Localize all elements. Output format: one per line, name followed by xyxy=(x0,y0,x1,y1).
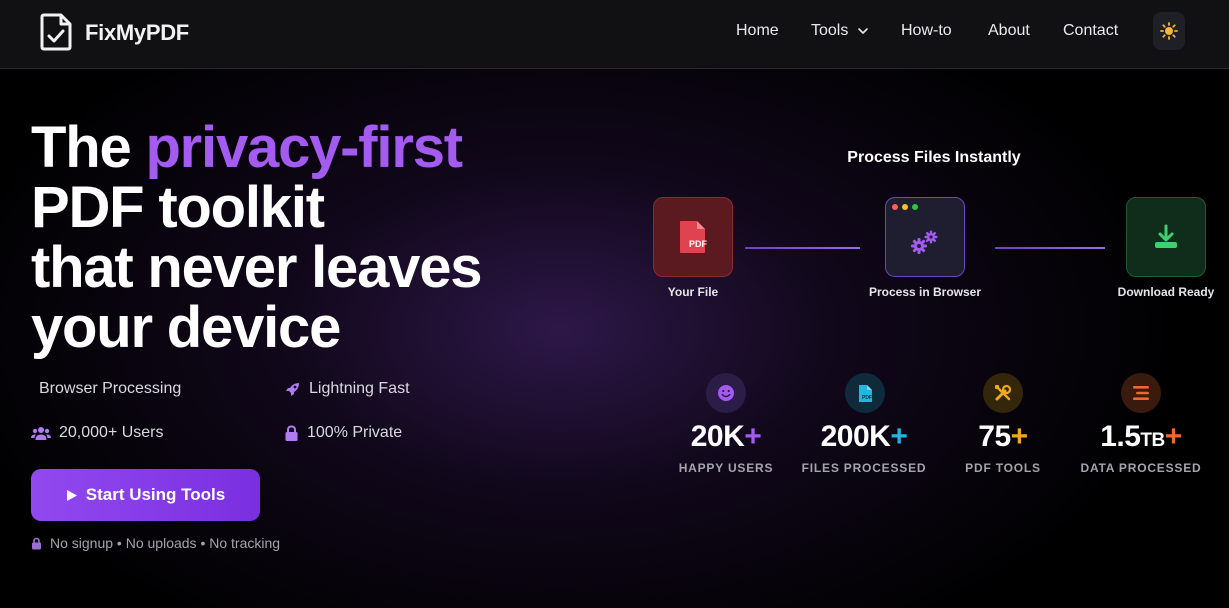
users-icon xyxy=(31,427,51,440)
feature-private: 100% Private xyxy=(284,424,402,442)
hero-headline-line-3: that never leaves xyxy=(31,235,483,300)
hero-headline-line-1: The privacy-first xyxy=(31,115,463,180)
feature-label: Browser Processing xyxy=(39,380,182,397)
stat-icon-data-processed xyxy=(1121,373,1161,413)
stat-value-data-processed: 1.5TB+ xyxy=(1071,420,1211,454)
nav-about[interactable]: About xyxy=(988,22,1030,40)
stat-label-data-processed: DATA PROCESSED xyxy=(1080,461,1202,475)
step-label-process-in-browser: Process in Browser xyxy=(868,285,982,299)
stat-number: 75 xyxy=(978,420,1011,453)
gears-icon xyxy=(911,230,938,254)
stat-plus: + xyxy=(744,420,762,453)
process-title: Process Files Instantly xyxy=(847,149,1021,166)
start-using-tools-button[interactable]: Start Using Tools xyxy=(31,469,260,521)
window-dots xyxy=(892,204,922,210)
feature-users: 20,000+ Users xyxy=(31,424,164,442)
hero-headline-line-2: PDF toolkit xyxy=(31,175,325,240)
privacy-note: No signup • No uploads • No tracking xyxy=(31,535,280,551)
feature-label: Lightning Fast xyxy=(309,380,410,397)
feature-label: 20,000+ Users xyxy=(59,424,164,441)
stat-value-pdf-tools: 75+ xyxy=(943,420,1063,454)
document-check-icon[interactable] xyxy=(40,13,74,51)
stat-label-pdf-tools: PDF TOOLS xyxy=(965,461,1041,475)
brand-name[interactable]: FixMyPDF xyxy=(85,20,189,46)
step-label-download-ready: Download Ready xyxy=(1117,285,1215,299)
svg-text:PDF: PDF xyxy=(862,395,872,401)
process-connector-2 xyxy=(995,247,1105,249)
stat-plus: + xyxy=(1164,420,1183,453)
feature-lightning-fast: Lightning Fast xyxy=(284,380,410,398)
step-download-ready xyxy=(1126,197,1206,277)
nav-home[interactable]: Home xyxy=(736,22,779,40)
nav-tools-label: Tools xyxy=(811,22,849,39)
nav-contact[interactable]: Contact xyxy=(1063,22,1118,40)
feature-browser-processing: Browser Processing xyxy=(39,380,181,398)
stat-unit: TB xyxy=(1140,430,1165,451)
cta-label: Start Using Tools xyxy=(85,485,226,504)
stat-number: 200K xyxy=(820,420,891,453)
window-dot-red xyxy=(892,204,898,210)
rocket-icon xyxy=(286,382,299,396)
stack-icon xyxy=(1133,386,1149,400)
privacy-note-text: No signup • No uploads • No tracking xyxy=(50,535,281,551)
stat-number: 20K xyxy=(690,420,745,453)
chevron-down-icon xyxy=(858,27,868,34)
step-your-file: PDF xyxy=(653,197,733,277)
stat-plus: + xyxy=(1010,420,1029,453)
stat-icon-files-processed: PDF xyxy=(845,373,885,413)
process-connector-1 xyxy=(745,247,860,249)
stat-value-happy-users: 20K+ xyxy=(666,420,786,454)
hero-headline-prefix: The xyxy=(31,115,146,180)
stat-icon-pdf-tools xyxy=(983,373,1023,413)
nav-tools[interactable]: Tools xyxy=(811,22,869,40)
pdf-file-icon: PDF xyxy=(680,221,708,253)
lock-icon xyxy=(32,537,41,549)
window-dot-yellow xyxy=(902,204,908,210)
pdf-file-icon: PDF xyxy=(859,384,872,402)
stat-icon-happy-users xyxy=(706,373,746,413)
stat-plus: + xyxy=(890,420,908,453)
feature-label: 100% Private xyxy=(307,424,403,441)
stat-value-files-processed: 200K+ xyxy=(794,420,934,454)
stat-number: 1.5 xyxy=(1100,420,1141,453)
smiley-icon xyxy=(718,385,734,401)
step-label-your-file: Your File xyxy=(667,285,719,299)
tools-icon xyxy=(995,384,1012,401)
theme-toggle-button[interactable] xyxy=(1153,12,1185,50)
sun-icon xyxy=(1160,22,1178,40)
svg-text:PDF: PDF xyxy=(689,239,708,249)
download-icon xyxy=(1155,224,1177,248)
top-navbar: FixMyPDF Home Tools How-to About Contact xyxy=(0,0,1229,69)
lock-icon xyxy=(285,424,298,441)
step-process-in-browser xyxy=(885,197,965,277)
stat-label-files-processed: FILES PROCESSED xyxy=(801,461,927,475)
nav-how-to[interactable]: How-to xyxy=(901,22,952,40)
play-icon xyxy=(66,489,77,501)
window-dot-green xyxy=(912,204,918,210)
hero-headline-accent: privacy-first xyxy=(145,115,463,180)
stat-label-happy-users: HAPPY USERS xyxy=(678,461,774,475)
hero-headline-line-4: your device xyxy=(31,295,341,360)
